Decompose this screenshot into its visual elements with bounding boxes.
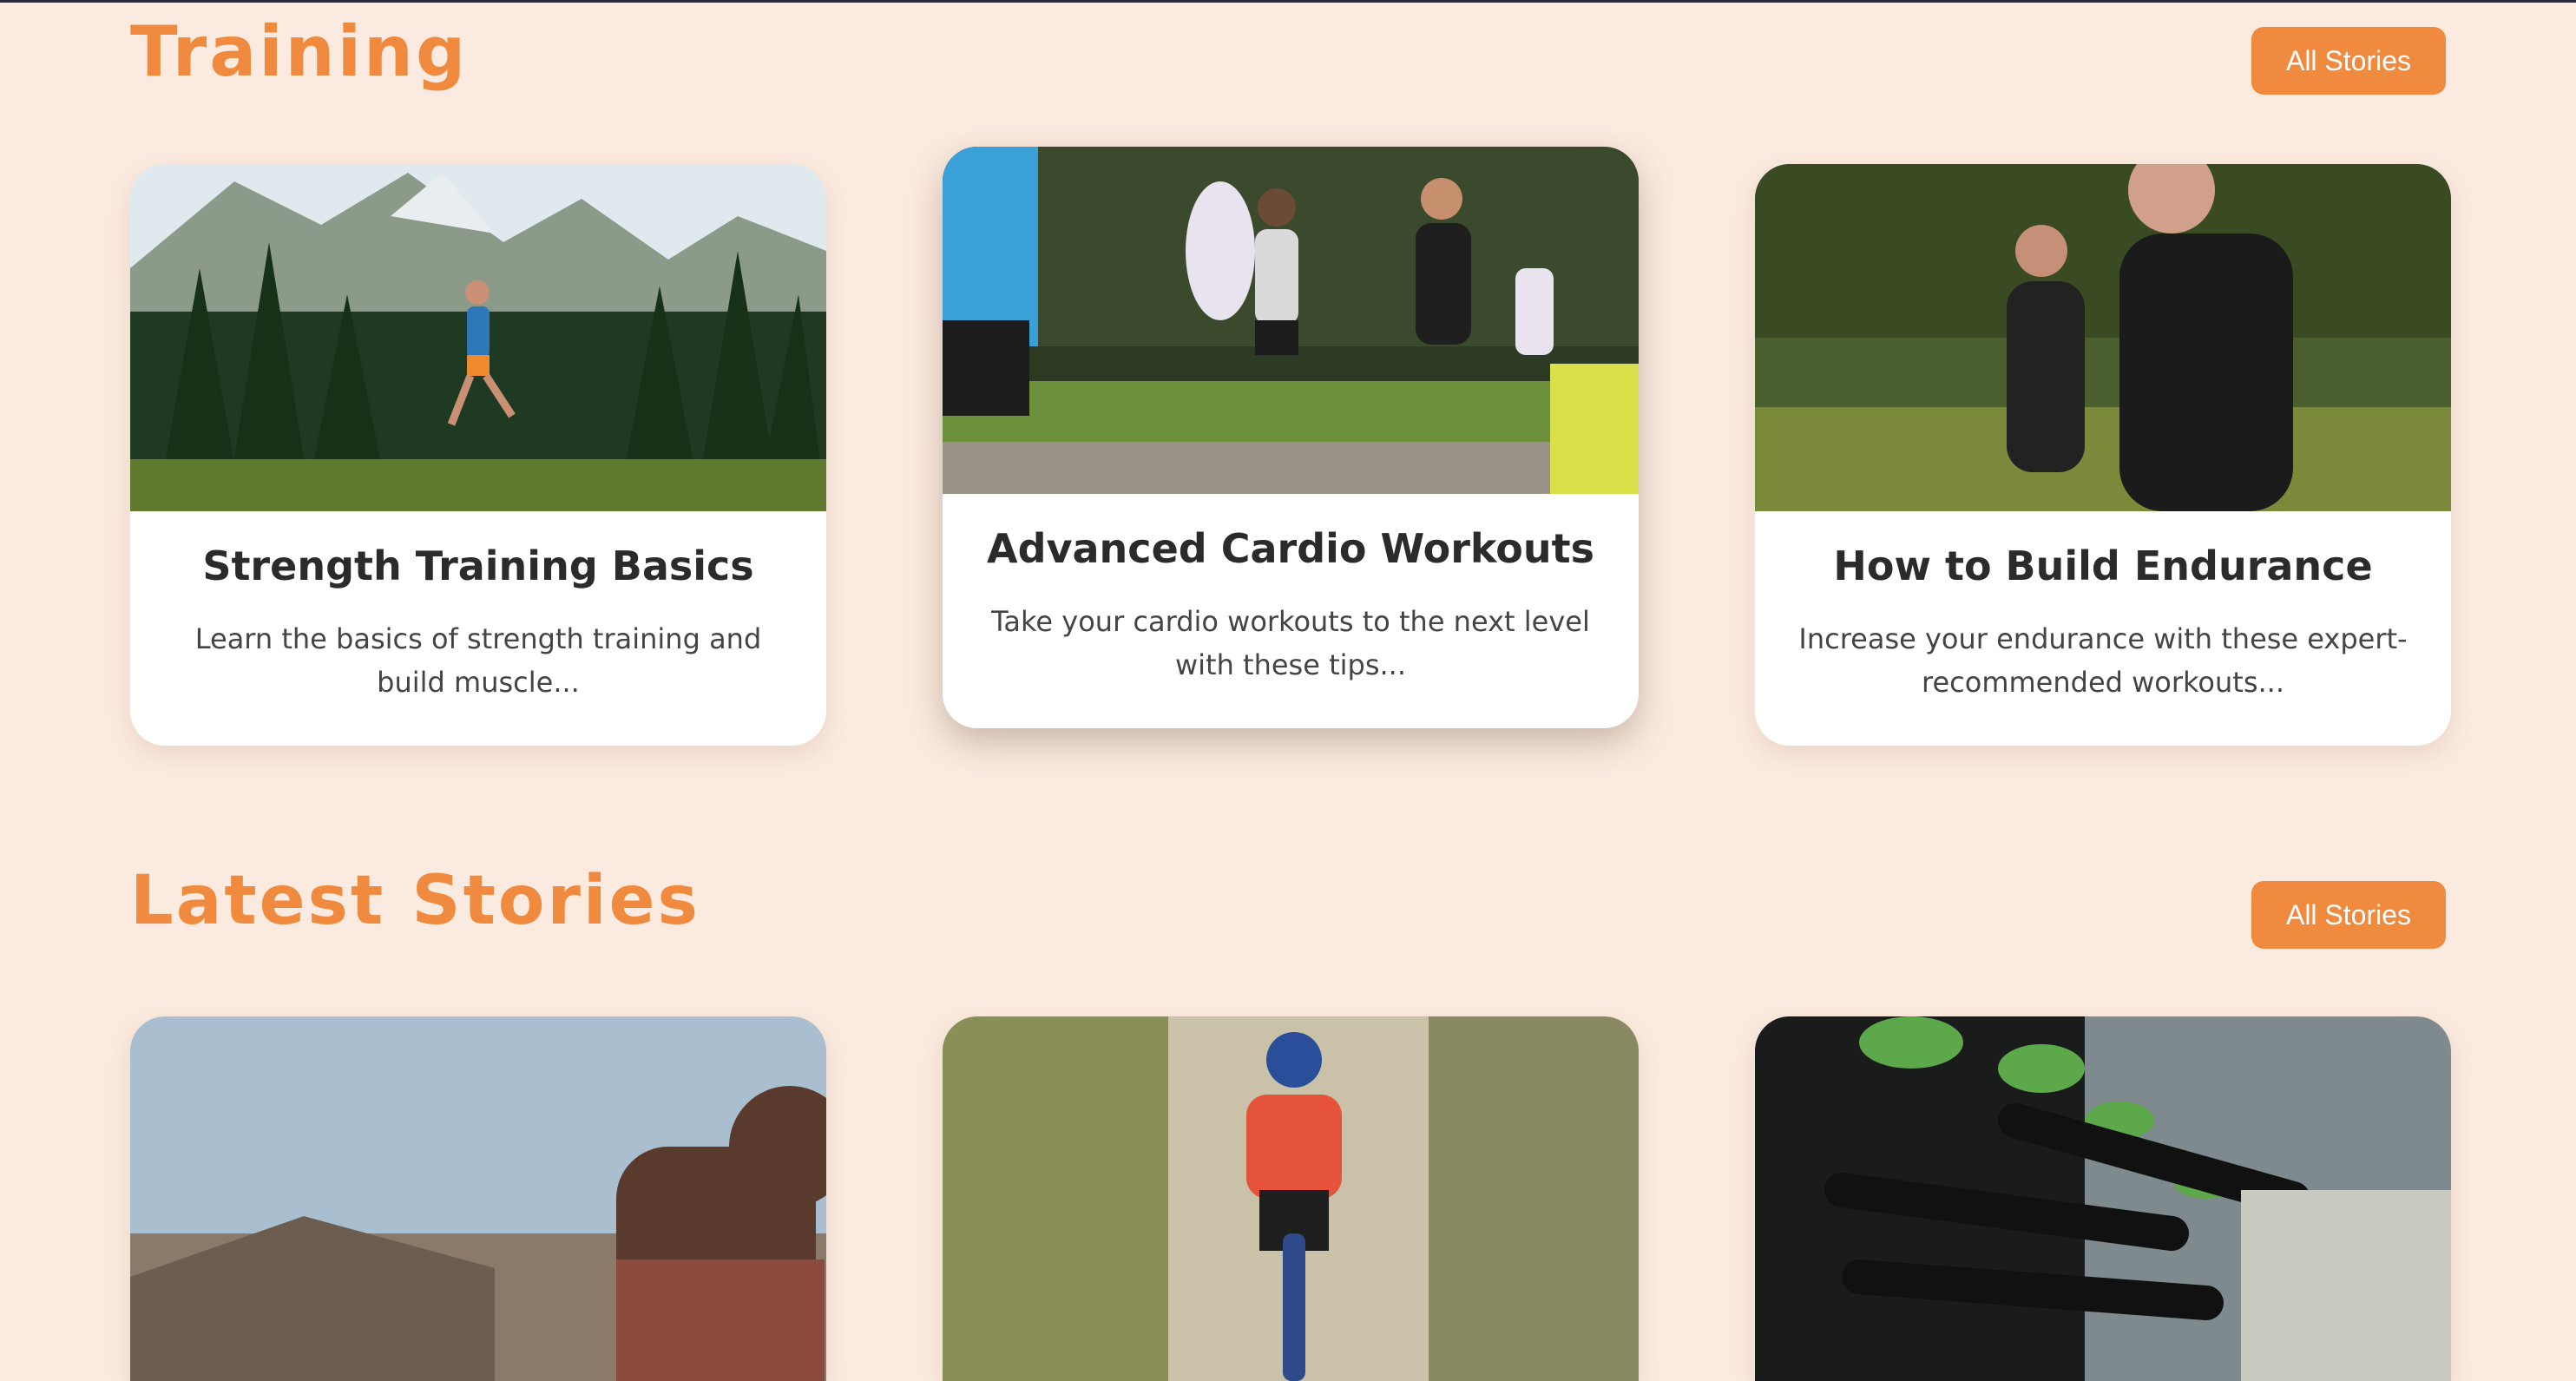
triathlon-swim-start-photo (1755, 1016, 2451, 1381)
story-card-latest-2[interactable] (943, 1016, 1639, 1381)
all-stories-button-training[interactable]: All Stories (2251, 27, 2446, 95)
training-section-header: Training All Stories (130, 3, 2446, 107)
card-description: Increase your endurance with these exper… (1798, 622, 2408, 699)
gravel-cyclist-photo (943, 1016, 1639, 1381)
card-title: Strength Training Basics (202, 543, 754, 589)
athlete-stretching-photo (130, 1016, 826, 1381)
story-card-latest-1[interactable] (130, 1016, 826, 1381)
section-title-training: Training (130, 11, 469, 92)
all-stories-button-latest[interactable]: All Stories (2251, 881, 2446, 949)
trail-runner-photo (130, 164, 826, 511)
section-title-latest: Latest Stories (130, 862, 700, 940)
story-card-cardio[interactable]: Advanced Cardio Workouts Take your cardi… (943, 147, 1639, 728)
story-card-endurance[interactable]: How to Build Endurance Increase your end… (1755, 164, 2451, 746)
latest-section-header: Latest Stories All Stories (130, 862, 2446, 966)
card-description: Learn the basics of strength training an… (194, 622, 762, 699)
story-card-latest-3[interactable] (1755, 1016, 2451, 1381)
parkrun-runners-photo (943, 147, 1639, 494)
card-title: Advanced Cardio Workouts (987, 525, 1594, 572)
story-card-strength[interactable]: Strength Training Basics Learn the basic… (130, 164, 826, 746)
card-description: Take your cardio workouts to the next le… (991, 605, 1590, 681)
card-title: How to Build Endurance (1833, 543, 2373, 589)
endurance-runners-photo (1755, 164, 2451, 511)
